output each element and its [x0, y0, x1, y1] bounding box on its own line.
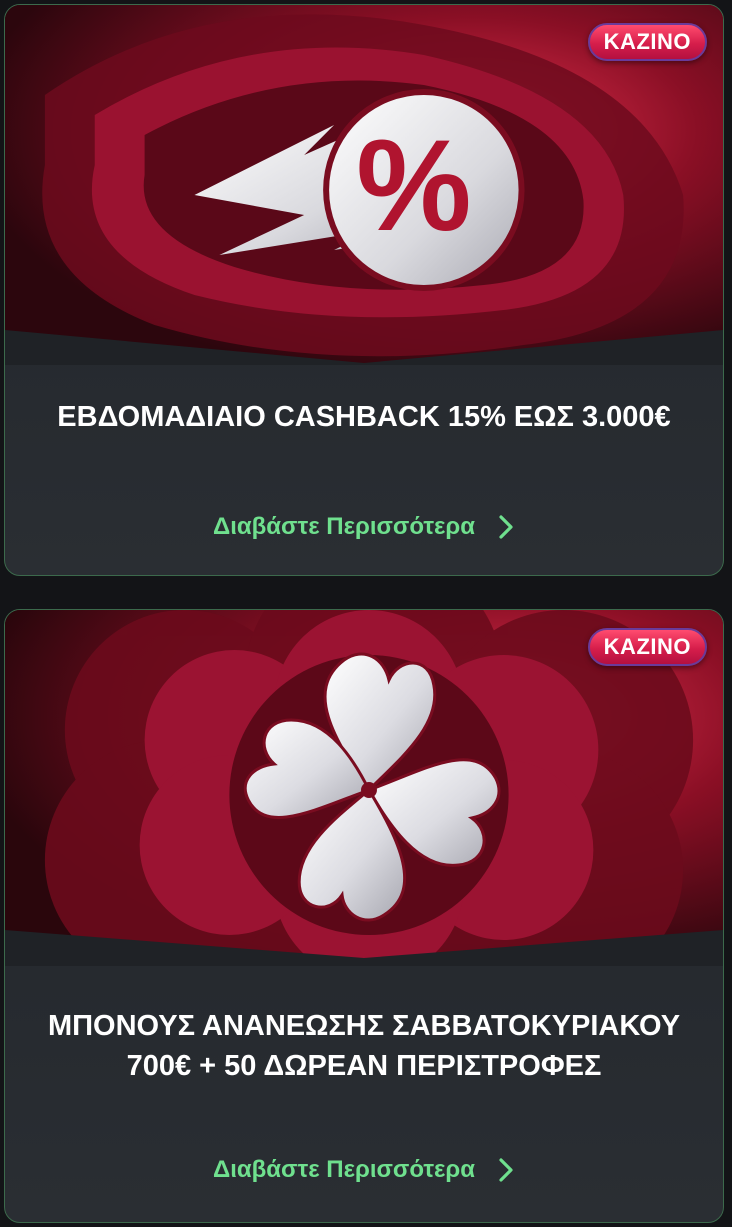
promo-title: ΕΒΔΟΜΑΔΙΑΙΟ CASHBACK 15% ΕΩΣ 3.000€: [57, 401, 671, 433]
read-more-link[interactable]: Διαβάστε Περισσότερα: [5, 1150, 723, 1190]
read-more-label: Διαβάστε Περισσότερα: [212, 1156, 476, 1183]
chevron-right-icon: [499, 1158, 513, 1182]
category-badge: KAZINO: [587, 628, 707, 666]
promo-card-weekend-reload[interactable]: KAZINO ΜΠΟΝΟΥΣ ΑΝΑΝΕΩΣΗΣ ΣΑΒΒΑΤΟΚΥΡΙΑΚΟΥ…: [4, 609, 724, 1223]
promo-card-cashback[interactable]: % KAZINO ΕΒΔΟΜΑΔΙΑΙΟ CASHBACK 15% ΕΩΣ 3.…: [4, 4, 724, 576]
chevron-right-icon: [499, 515, 513, 539]
category-badge: KAZINO: [587, 23, 707, 61]
promo-title: ΜΠΟΝΟΥΣ ΑΝΑΝΕΩΣΗΣ ΣΑΒΒΑΤΟΚΥΡΙΑΚΟΥ 700€ +…: [47, 1010, 681, 1082]
read-more-link[interactable]: Διαβάστε Περισσότερα: [5, 507, 723, 547]
svg-text:%: %: [356, 112, 471, 258]
read-more-label: Διαβάστε Περισσότερα: [212, 513, 476, 540]
